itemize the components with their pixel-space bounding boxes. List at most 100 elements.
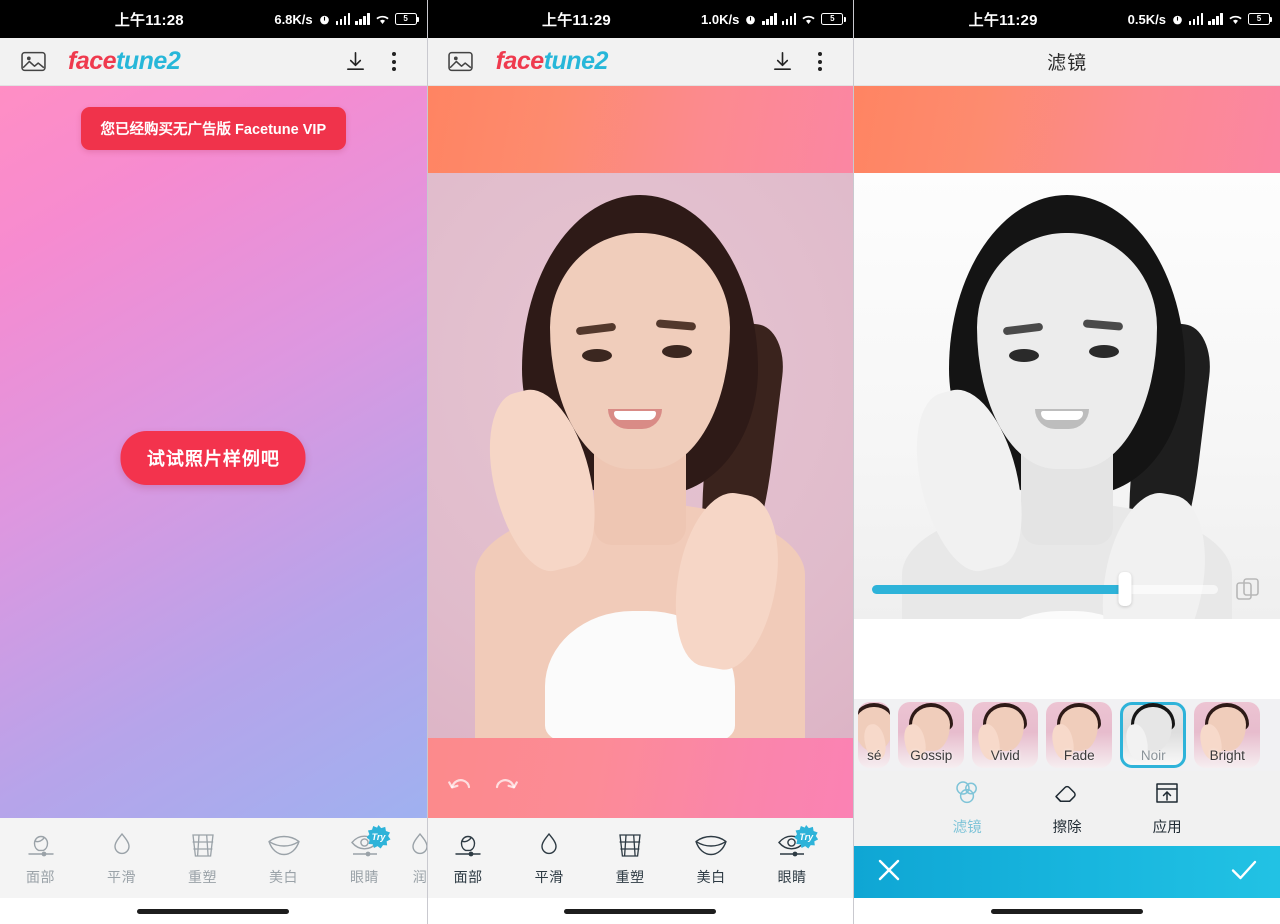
- tool-eyes[interactable]: Try 眼睛: [752, 825, 833, 887]
- tool-face[interactable]: 面部: [428, 829, 509, 887]
- app-bar: 滤镜: [854, 38, 1280, 86]
- filter-thumb-fade[interactable]: Fade: [1046, 702, 1113, 768]
- filter-intensity-slider[interactable]: [854, 572, 1280, 606]
- tool-label: 面部: [26, 869, 55, 885]
- filtered-photo[interactable]: [854, 173, 1280, 619]
- filter-thumb-rose[interactable]: sé: [858, 702, 891, 768]
- tool-retouch[interactable]: Try 润色: [833, 829, 854, 887]
- signal-bars-icon: [335, 13, 351, 25]
- vip-banner[interactable]: 您已经购买无广告版 Facetune VIP: [80, 107, 347, 150]
- filter-thumb-noir[interactable]: Noir: [1120, 702, 1187, 768]
- logo-tune2: tune2: [116, 47, 181, 75]
- whiten-teeth-icon: [266, 829, 302, 863]
- gesture-nav-bar: [0, 898, 427, 924]
- status-bar: 上午11:28 6.8K/s 5: [0, 0, 427, 38]
- tool-label: 平滑: [534, 869, 564, 885]
- alarm-icon: [1171, 13, 1184, 26]
- logo-face: face: [495, 47, 545, 75]
- undo-icon[interactable]: [446, 774, 474, 796]
- tool-smooth[interactable]: 平滑: [509, 829, 590, 887]
- signal-bars-2-icon: [1208, 13, 1223, 25]
- home-content: 您已经购买无广告版 Facetune VIP 试试照片样例吧: [0, 86, 427, 818]
- panel-editor: 上午11:29 1.0K/s 5 facetune2 面部 平滑 重塑 美白 T…: [426, 0, 854, 924]
- logo-face: face: [68, 47, 117, 75]
- filter-thumbnail-strip[interactable]: sé Gossip Vivid Fade Noir Bright: [854, 699, 1280, 771]
- tool-label: 眼睛: [350, 869, 379, 885]
- tool-reshape[interactable]: 重塑: [590, 829, 671, 887]
- filter-thumb-bright[interactable]: Bright: [1194, 702, 1261, 768]
- action-label: 应用: [1152, 820, 1182, 836]
- close-icon[interactable]: [876, 857, 902, 888]
- action-erase[interactable]: 擦除: [1030, 780, 1104, 837]
- gallery-icon[interactable]: [442, 43, 480, 81]
- app-bar: facetune2: [427, 38, 854, 86]
- gallery-icon[interactable]: [14, 43, 52, 81]
- retouch-drop-icon: [408, 829, 427, 863]
- wifi-icon: [801, 13, 816, 25]
- tool-whiten[interactable]: 美白: [243, 829, 324, 887]
- alarm-icon: [744, 13, 757, 26]
- status-indicators: 6.8K/s 5: [274, 11, 420, 27]
- redo-icon[interactable]: [492, 774, 520, 796]
- status-indicators: 0.5K/s 5: [1127, 11, 1273, 27]
- home-pill[interactable]: [564, 908, 717, 914]
- eye-icon: Try: [775, 825, 819, 863]
- download-icon[interactable]: [337, 43, 375, 81]
- face-icon: [24, 829, 58, 863]
- more-vertical-icon[interactable]: [801, 43, 839, 81]
- gesture-nav-bar: [427, 898, 854, 924]
- tool-reshape[interactable]: 重塑: [162, 829, 243, 887]
- photo-stage[interactable]: [427, 86, 854, 818]
- home-pill[interactable]: [137, 908, 290, 914]
- action-filters[interactable]: 滤镜: [930, 780, 1004, 837]
- app-logo: facetune2: [68, 47, 181, 76]
- download-icon[interactable]: [763, 43, 801, 81]
- home-pill[interactable]: [991, 908, 1144, 914]
- status-bar: 上午11:29 0.5K/s 5: [854, 0, 1280, 38]
- panel-home: 上午11:28 6.8K/s 5 facetune2 您已经购买无广告版 Fac…: [0, 0, 427, 924]
- reshape-grid-icon: [615, 829, 645, 863]
- check-icon[interactable]: [1230, 857, 1258, 888]
- smooth-drop-icon: [537, 829, 561, 863]
- tool-label: 面部: [453, 869, 483, 885]
- top-gradient-band: [427, 86, 854, 173]
- filter-thumb-gossip[interactable]: Gossip: [898, 702, 965, 768]
- tool-label: 美白: [269, 869, 298, 885]
- network-speed: 1.0K/s: [701, 11, 740, 27]
- page-title: 滤镜: [1047, 53, 1088, 74]
- action-apply[interactable]: 应用: [1130, 780, 1204, 837]
- tool-whiten[interactable]: 美白: [671, 829, 752, 887]
- three-panel-screenshot: 上午11:28 6.8K/s 5 facetune2 您已经购买无广告版 Fac…: [0, 0, 1280, 924]
- photo-stage[interactable]: [854, 86, 1280, 699]
- slider-handle[interactable]: [1118, 572, 1132, 606]
- filter-circles-icon: [952, 780, 982, 811]
- try-sample-photo-button[interactable]: 试试照片样例吧: [120, 431, 306, 485]
- slider-track[interactable]: [872, 572, 1218, 606]
- tool-label: 润: [412, 869, 427, 885]
- filter-label: Bright: [1209, 748, 1245, 763]
- compare-icon[interactable]: [1234, 575, 1262, 603]
- tool-eyes[interactable]: Try 眼睛: [324, 825, 405, 887]
- tool-face[interactable]: 面部: [0, 829, 81, 887]
- battery-icon: 5: [1247, 13, 1273, 25]
- more-vertical-icon[interactable]: [375, 43, 413, 81]
- filter-label: Fade: [1063, 748, 1095, 763]
- network-speed: 6.8K/s: [274, 11, 313, 27]
- status-bar: 上午11:29 1.0K/s 5: [427, 0, 854, 38]
- filter-thumb-vivid[interactable]: Vivid: [972, 702, 1039, 768]
- tool-label: 美白: [696, 869, 726, 885]
- network-speed: 0.5K/s: [1127, 11, 1166, 27]
- eye-icon: Try: [348, 825, 391, 863]
- bottom-gradient-band: [427, 738, 854, 818]
- top-gradient-band: [854, 86, 1280, 173]
- tool-smooth[interactable]: 平滑: [81, 829, 162, 887]
- apply-icon: [1153, 780, 1181, 811]
- battery-icon: 5: [821, 13, 846, 25]
- gesture-nav-bar: [854, 898, 1280, 924]
- edited-photo[interactable]: [427, 173, 854, 738]
- tool-retouch-clipped[interactable]: 润: [405, 829, 427, 887]
- signal-bars-icon: [1188, 13, 1204, 25]
- face-icon: [451, 829, 485, 863]
- tool-label: 眼睛: [777, 869, 807, 885]
- whiten-teeth-icon: [693, 829, 729, 863]
